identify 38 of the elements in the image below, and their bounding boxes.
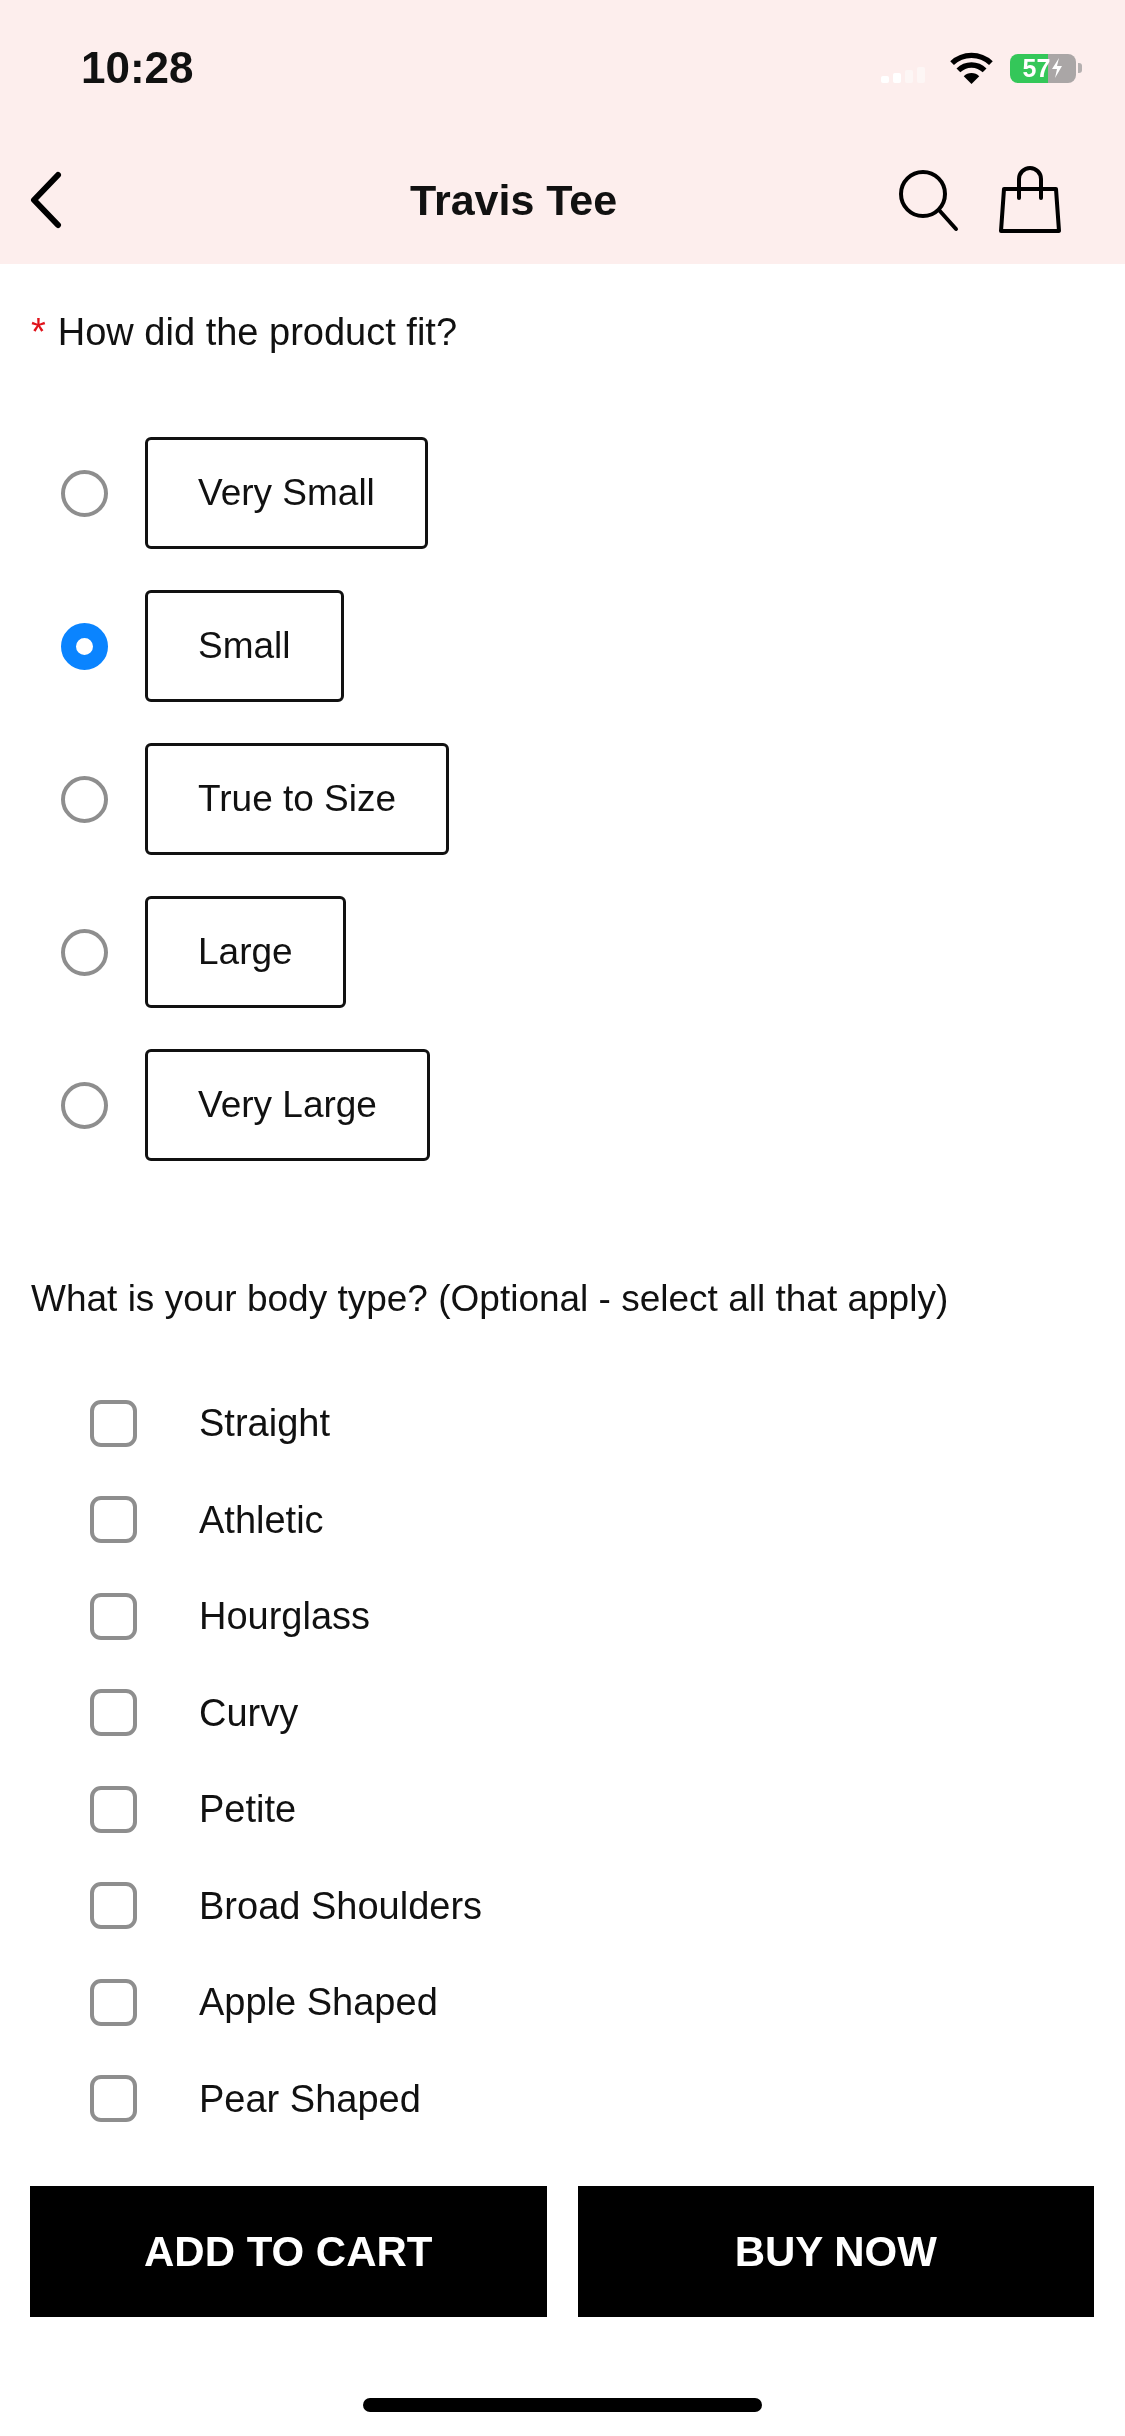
checkbox[interactable]: [90, 1689, 137, 1737]
required-asterisk: *: [31, 310, 46, 355]
question-label: What is your body type? (Optional - select all that apply): [31, 1277, 950, 1321]
page-title: Travis Tee: [410, 178, 618, 222]
checkbox-label[interactable]: Curvy: [199, 1689, 299, 1736]
checkbox[interactable]: [90, 1496, 137, 1544]
fit-option-button[interactable]: Very Large: [145, 1049, 430, 1161]
back-icon[interactable]: [28, 171, 64, 229]
charging-bolt-icon: [1051, 58, 1064, 78]
checkbox-label[interactable]: Hourglass: [199, 1593, 371, 1640]
checkbox-label[interactable]: Athletic: [199, 1496, 324, 1543]
checkbox[interactable]: [90, 1592, 137, 1640]
checkbox[interactable]: [90, 1785, 137, 1833]
action-button[interactable]: BUY NOW: [577, 2186, 1094, 2317]
checkbox[interactable]: [90, 1978, 137, 2026]
fit-option-button[interactable]: Large: [145, 896, 346, 1008]
checkbox-label[interactable]: Pear Shaped: [199, 2075, 421, 2122]
fit-option-button[interactable]: True to Size: [145, 743, 450, 855]
action-button[interactable]: ADD TO CART: [30, 2186, 547, 2317]
checkbox[interactable]: [90, 1399, 137, 1447]
question-label: How did the product fit?: [57, 310, 458, 355]
checkbox-label[interactable]: Petite: [199, 1786, 297, 1833]
fit-option-button[interactable]: Very Small: [145, 437, 428, 549]
shopping-bag-icon[interactable]: [997, 165, 1063, 235]
radio-button[interactable]: [61, 1081, 108, 1129]
checkbox[interactable]: [90, 2075, 137, 2123]
checkbox-label[interactable]: Straight: [199, 1400, 330, 1447]
checkbox-label[interactable]: Broad Shoulders: [199, 1882, 483, 1929]
status-time: 10:28: [81, 46, 194, 90]
radio-button[interactable]: [61, 622, 108, 670]
wifi-icon: [949, 51, 994, 85]
radio-button[interactable]: [61, 469, 108, 517]
fit-option-button[interactable]: Small: [145, 590, 344, 702]
checkbox-label[interactable]: Apple Shaped: [199, 1979, 438, 2026]
radio-button[interactable]: [61, 775, 108, 823]
search-icon[interactable]: [897, 168, 959, 232]
radio-button[interactable]: [61, 928, 108, 976]
checkbox[interactable]: [90, 1882, 137, 1930]
